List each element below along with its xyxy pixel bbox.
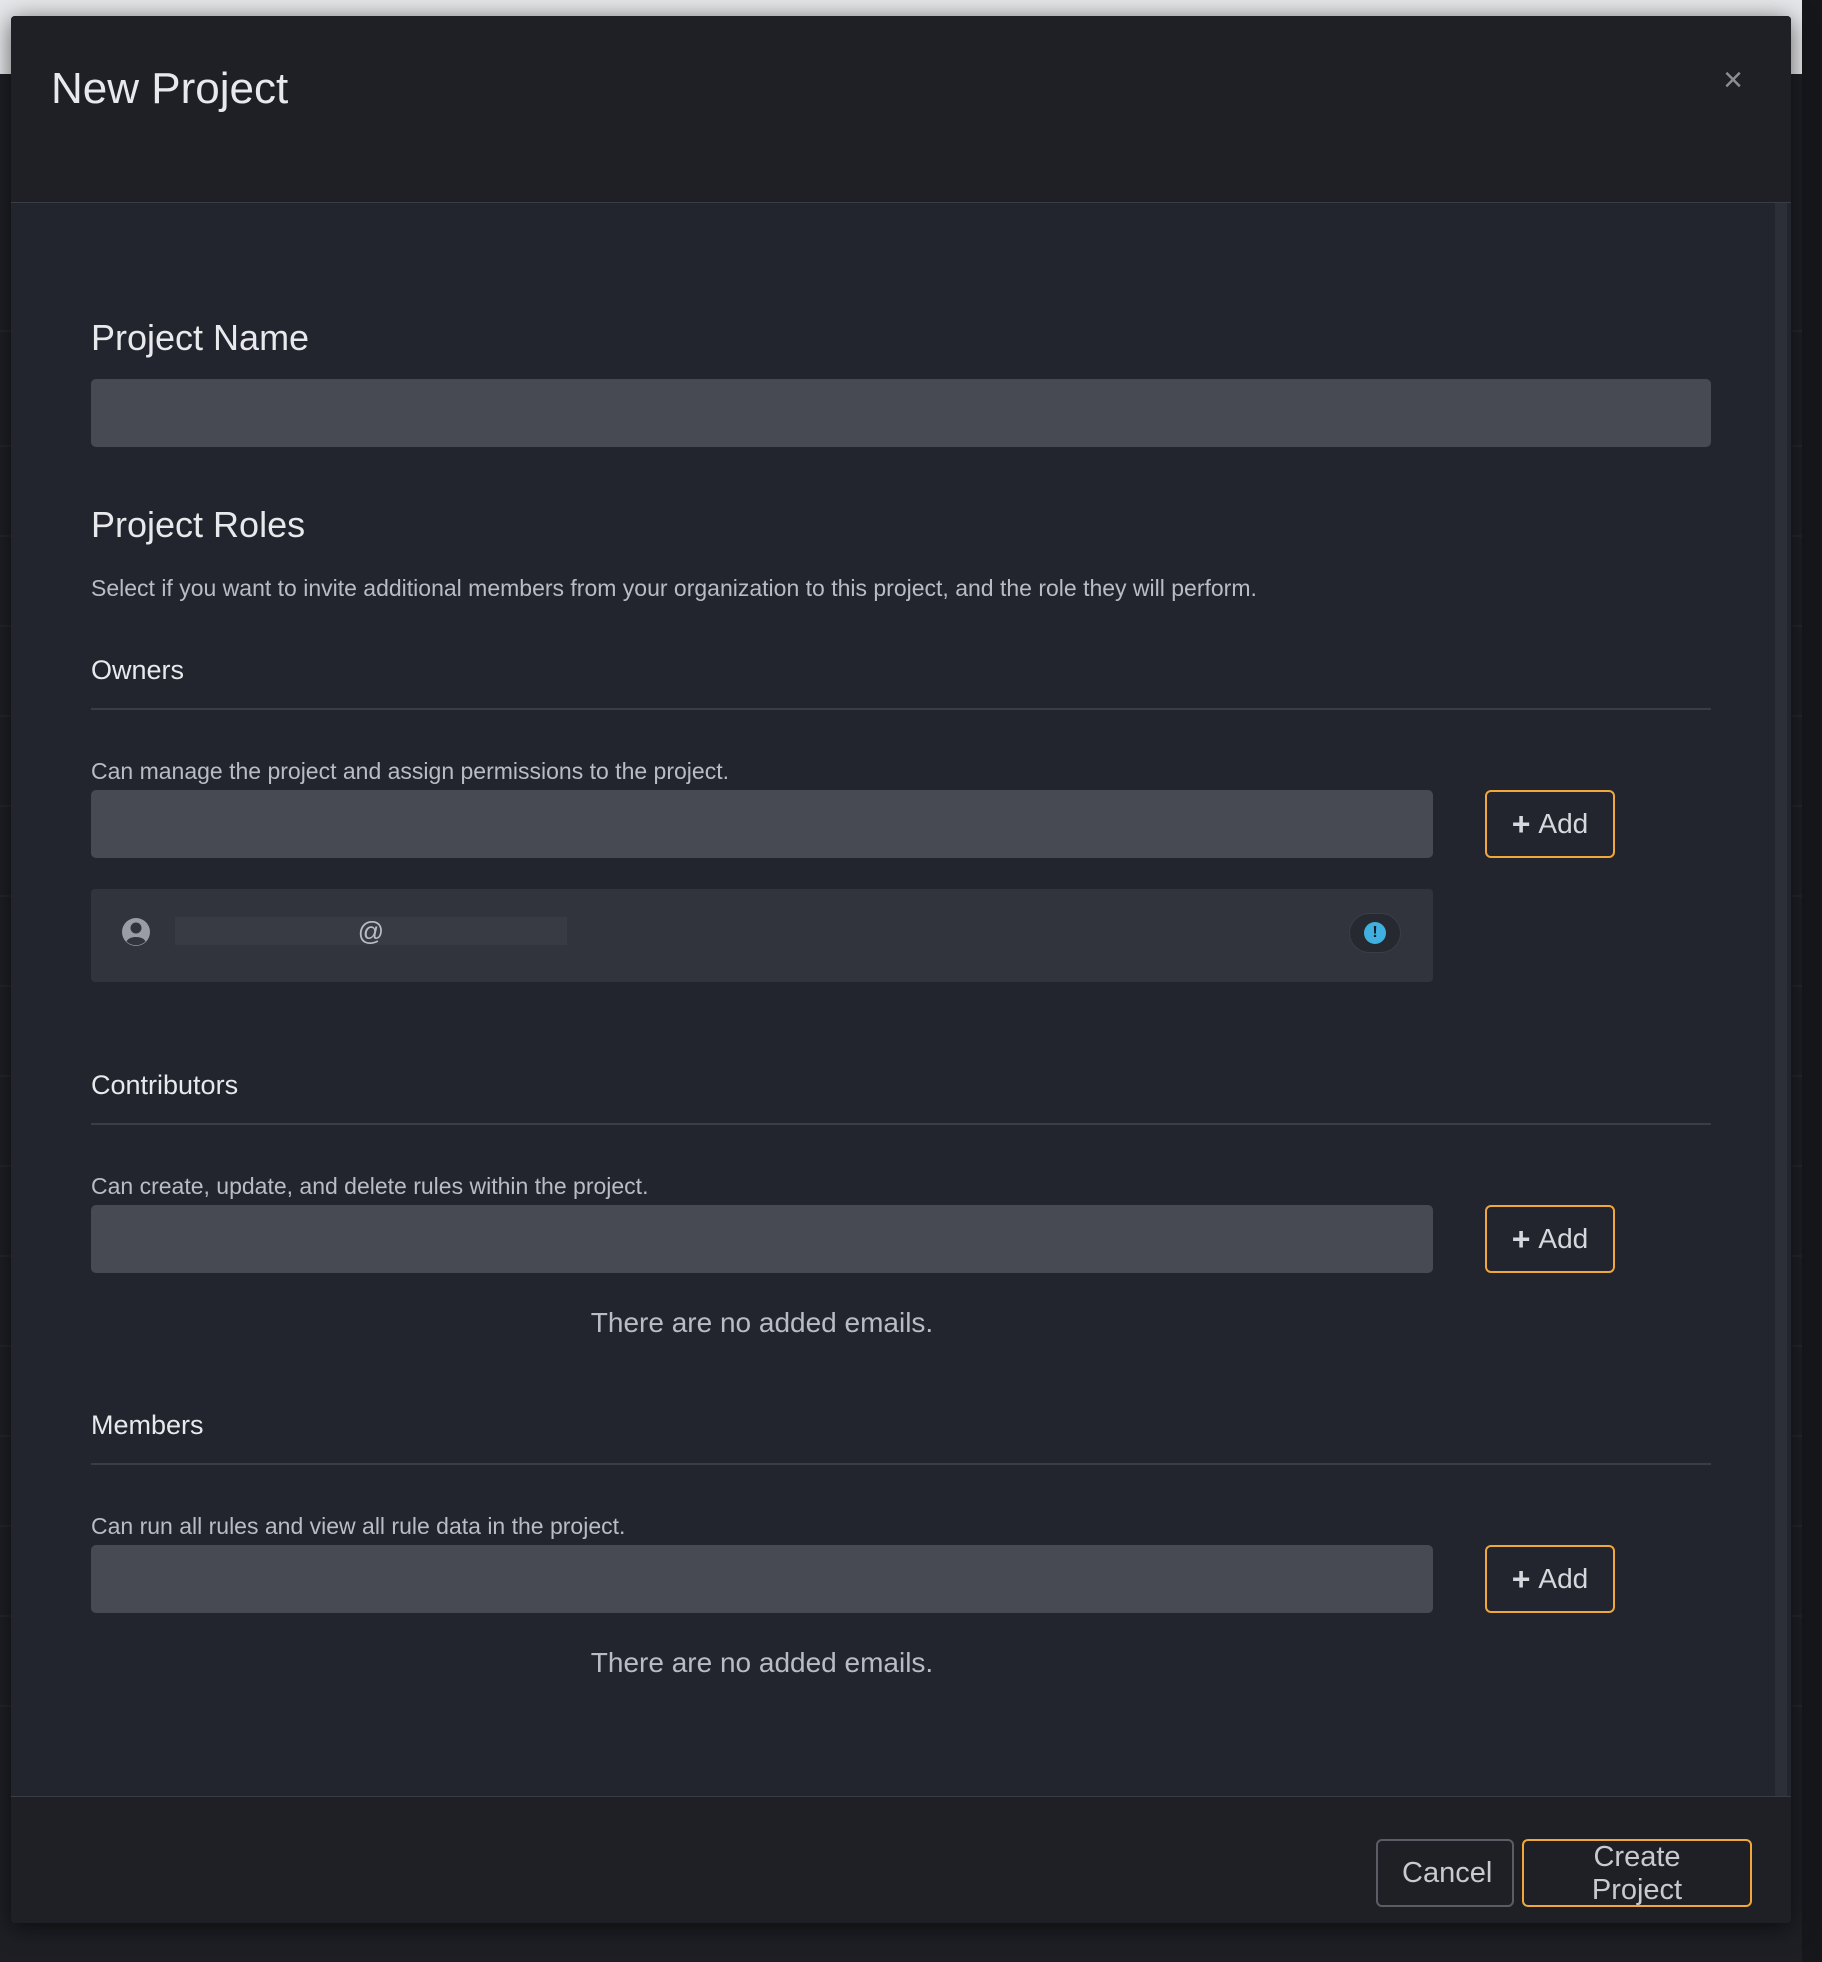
owners-section-title: Owners (91, 655, 185, 685)
cancel-button[interactable]: Cancel (1376, 1839, 1514, 1907)
contributors-empty-message: There are no added emails. (590, 1307, 934, 1338)
contributors-email-input[interactable] (91, 1205, 1433, 1273)
members-add-button[interactable]: + Add (1485, 1545, 1615, 1613)
contributors-divider (91, 1123, 1711, 1125)
members-empty-message: There are no added emails. (590, 1647, 934, 1678)
new-project-modal: New Project × Project Name Project Roles… (11, 16, 1791, 1923)
contributors-help: Can create, update, and delete rules wit… (91, 1173, 649, 1199)
email-status-badge[interactable]: ! (1349, 913, 1401, 953)
members-divider (91, 1463, 1711, 1465)
project-roles-description: Select if you want to invite additional … (91, 575, 1257, 601)
modal-scrollbar[interactable] (1775, 52, 1787, 1892)
user-circle-icon (122, 918, 150, 946)
plus-icon: + (1511, 1561, 1531, 1597)
owners-divider (91, 708, 1711, 710)
members-add-label: Add (1538, 1563, 1589, 1594)
members-email-input[interactable] (91, 1545, 1433, 1613)
owner-email-item: @ ! (91, 889, 1433, 982)
owners-add-label: Add (1538, 808, 1589, 839)
modal-footer: Cancel Create Project (11, 1796, 1791, 1923)
plus-icon: + (1511, 806, 1531, 842)
owners-add-button[interactable]: + Add (1485, 790, 1615, 858)
members-section-title: Members (91, 1410, 204, 1440)
owners-help: Can manage the project and assign permis… (91, 758, 729, 784)
owner-email-text: @ (175, 917, 567, 945)
exclamation-circle-icon: ! (1364, 922, 1386, 944)
contributors-add-button[interactable]: + Add (1485, 1205, 1615, 1273)
contributors-add-label: Add (1538, 1223, 1589, 1254)
project-roles-heading: Project Roles (91, 504, 306, 545)
contributors-section-title: Contributors (91, 1070, 239, 1100)
plus-icon: + (1511, 1221, 1531, 1257)
project-name-label: Project Name (91, 317, 310, 358)
close-icon[interactable]: × (1713, 60, 1753, 100)
project-name-input[interactable] (91, 379, 1711, 447)
create-project-button[interactable]: Create Project (1522, 1839, 1752, 1907)
members-help: Can run all rules and view all rule data… (91, 1513, 626, 1539)
modal-title: New Project (51, 64, 289, 113)
modal-header: New Project × (11, 16, 1791, 203)
owners-email-input[interactable] (91, 790, 1433, 858)
page-scrollbar[interactable] (1802, 0, 1822, 1962)
